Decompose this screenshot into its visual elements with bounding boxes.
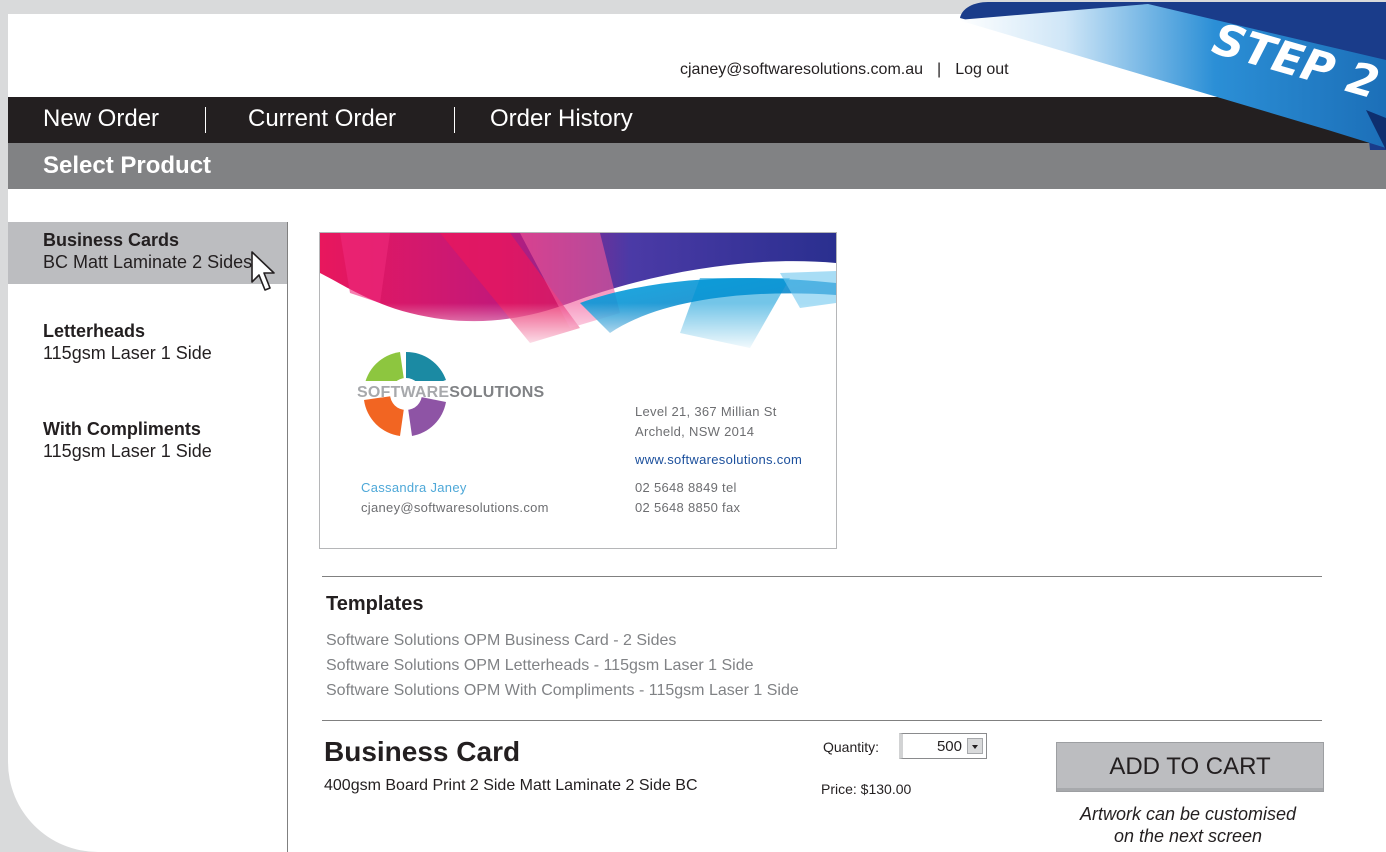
divider xyxy=(322,720,1322,721)
product-name: With Compliments xyxy=(43,419,201,439)
product-item-with-compliments[interactable]: With Compliments 115gsm Laser 1 Side xyxy=(8,418,287,468)
product-name: Business Cards xyxy=(43,230,180,250)
section-title: Select Product xyxy=(43,152,212,179)
card-address-line2: Archeld, NSW 2014 xyxy=(635,424,755,439)
template-item[interactable]: Software Solutions OPM Letterheads - 115… xyxy=(326,657,753,675)
brand-wordmark: SOFTWARESOLUTIONS xyxy=(357,384,545,401)
templates-heading: Templates xyxy=(326,593,424,615)
section-header: Select Product xyxy=(8,143,1386,189)
product-item-business-cards[interactable]: Business Cards BC Matt Laminate 2 Sides xyxy=(8,222,287,284)
quantity-select[interactable]: 500 xyxy=(899,733,987,759)
price-text: Price: $130.00 xyxy=(821,781,912,797)
nav-divider xyxy=(205,107,206,133)
dropdown-arrow-icon[interactable] xyxy=(967,738,983,754)
card-address-line1: Level 21, 367 Millian St xyxy=(635,404,777,419)
card-tel: 02 5648 8849 tel xyxy=(635,480,737,495)
user-bar-separator: | xyxy=(937,61,942,78)
card-person-name: Cassandra Janey xyxy=(361,480,467,495)
main-nav: New Order Current Order Order History xyxy=(8,97,1386,143)
card-website: www.softwaresolutions.com xyxy=(635,452,803,467)
logout-link[interactable]: Log out xyxy=(955,61,1008,78)
nav-current-order[interactable]: Current Order xyxy=(248,105,396,133)
user-email: cjaney@softwaresolutions.com.au xyxy=(680,61,924,78)
quantity-value: 500 xyxy=(936,738,962,755)
product-description: 400gsm Board Print 2 Side Matt Laminate … xyxy=(324,777,698,794)
mouse-cursor-icon xyxy=(251,251,275,291)
page-frame: cjaney@softwaresolutions.com.au | Log out … xyxy=(8,14,1386,852)
business-card-preview: SOFTWARESOLUTIONS Level 21, 367 Millian … xyxy=(319,232,837,549)
template-item[interactable]: Software Solutions OPM Business Card - 2… xyxy=(326,632,676,650)
product-item-letterheads[interactable]: Letterheads 115gsm Laser 1 Side xyxy=(8,320,287,370)
customise-note: Artwork can be customised on the next sc… xyxy=(1079,804,1297,846)
add-to-cart-button[interactable]: ADD TO CART xyxy=(1056,742,1324,792)
product-desc: 115gsm Laser 1 Side xyxy=(43,441,212,461)
nav-divider xyxy=(454,107,455,133)
card-header-artwork xyxy=(320,233,836,353)
product-title: Business Card xyxy=(324,736,521,767)
product-desc: 115gsm Laser 1 Side xyxy=(43,343,212,363)
nav-order-history[interactable]: Order History xyxy=(490,105,633,133)
product-name: Letterheads xyxy=(43,321,146,341)
quantity-label: Quantity: xyxy=(823,739,880,755)
divider xyxy=(322,576,1322,577)
card-fax: 02 5648 8850 fax xyxy=(635,500,741,515)
template-item[interactable]: Software Solutions OPM With Compliments … xyxy=(326,682,799,700)
user-bar: cjaney@softwaresolutions.com.au | Log out xyxy=(680,61,1009,79)
nav-new-order[interactable]: New Order xyxy=(43,105,159,133)
sidebar-divider xyxy=(287,222,288,852)
card-person-email: cjaney@softwaresolutions.com xyxy=(361,500,549,515)
